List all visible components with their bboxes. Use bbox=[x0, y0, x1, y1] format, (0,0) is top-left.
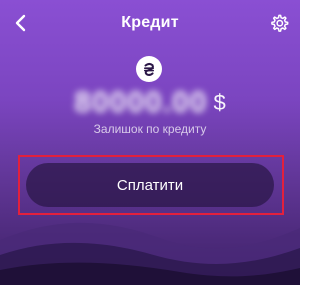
currency-symbol: $ bbox=[213, 90, 226, 115]
balance-value: 80000.00 bbox=[74, 86, 208, 119]
pay-button[interactable]: Сплатити bbox=[26, 163, 274, 207]
header: Кредит bbox=[0, 0, 300, 46]
credit-screen: Кредит 80000.00 $ Залишок по кредиту Спл… bbox=[0, 0, 300, 285]
gear-icon bbox=[271, 14, 289, 32]
hryvnia-coin-icon bbox=[136, 56, 162, 82]
page-title: Кредит bbox=[121, 14, 179, 31]
decorative-waves bbox=[0, 222, 300, 285]
settings-button[interactable] bbox=[268, 12, 290, 34]
balance-amount: 80000.00 $ bbox=[0, 86, 300, 120]
balance-caption: Залишок по кредиту bbox=[93, 122, 207, 136]
